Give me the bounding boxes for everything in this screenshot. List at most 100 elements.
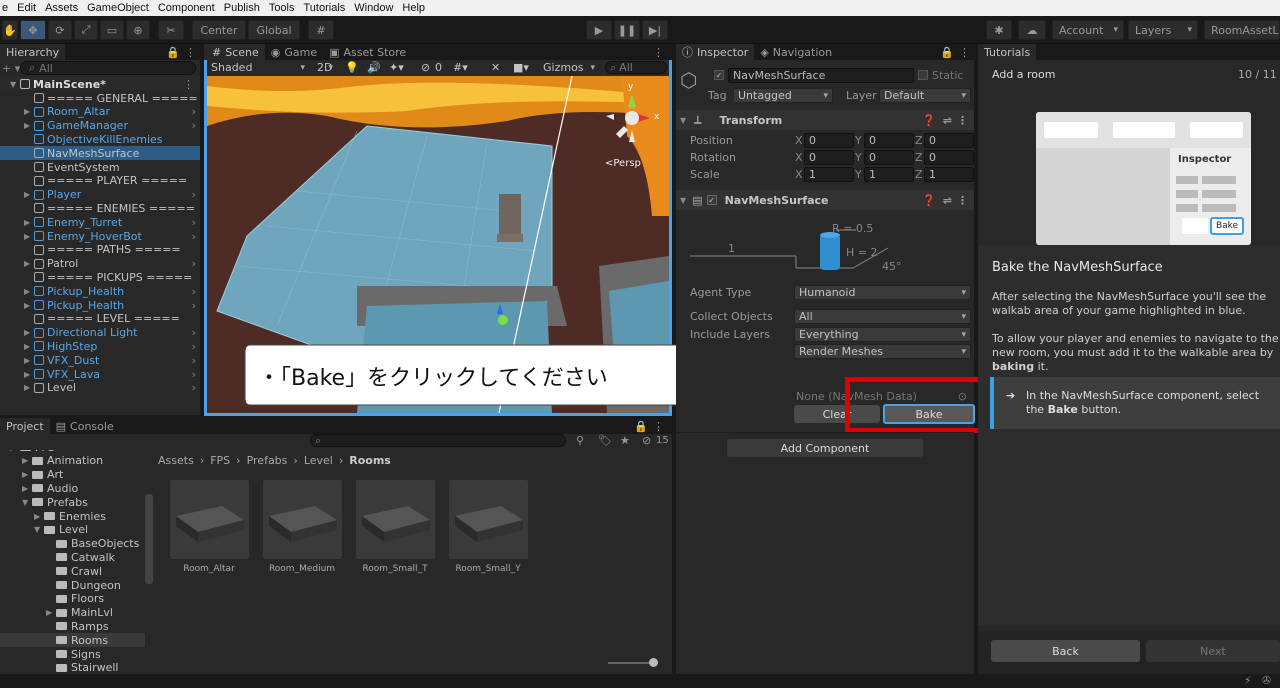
preset-icon[interactable]: ⇌ <box>943 194 952 207</box>
gizmos-dropdown[interactable]: Gizmos <box>539 60 599 75</box>
transform-tool-icon[interactable]: ⊕ <box>126 20 150 40</box>
chevron-right-icon[interactable]: › <box>192 216 196 229</box>
chevron-right-icon[interactable]: › <box>192 105 196 118</box>
step-icon[interactable]: ▶| <box>642 20 668 40</box>
navmesh-surface-header[interactable]: ▼ ▤ ✓ NavMeshSurface ❓ ⇌ ⋮ <box>676 190 974 210</box>
hierarchy-item[interactable]: ▶ HighStep › <box>0 339 200 353</box>
project-folder[interactable]: Rooms <box>0 633 145 648</box>
position-field[interactable]: 0 <box>804 133 854 148</box>
tab-scene[interactable]: # Scene <box>204 44 265 60</box>
hierarchy-item[interactable]: ▶ Level › <box>0 381 200 395</box>
expand-arrow-icon[interactable]: ▶ <box>24 107 34 116</box>
play-icon[interactable]: ▶ <box>586 20 612 40</box>
expand-arrow-icon[interactable]: ▶ <box>24 328 34 337</box>
shading-dropdown[interactable]: Shaded <box>207 60 309 75</box>
object-name-field[interactable]: NavMeshSurface <box>728 68 914 83</box>
hidden-objects-icon[interactable]: ⊘ <box>421 61 430 74</box>
hierarchy-item[interactable]: ▶ Enemy_HoverBot › <box>0 229 200 243</box>
rotate-tool-icon[interactable]: ⟳ <box>48 20 72 40</box>
expand-arrow-icon[interactable]: ▶ <box>24 121 34 130</box>
hierarchy-item[interactable]: ▶ Room_Altar › <box>0 105 200 119</box>
chevron-right-icon[interactable]: › <box>192 188 196 201</box>
position-field[interactable]: 0 <box>924 133 974 148</box>
expand-arrow-icon[interactable]: ▶ <box>22 484 32 493</box>
zoom-slider-handle[interactable] <box>649 658 658 667</box>
expand-arrow-icon[interactable]: ▼ <box>22 498 32 507</box>
pivot-center-button[interactable]: Center <box>192 20 246 40</box>
menu-kebab-icon[interactable]: ⋮ <box>653 420 664 433</box>
grid-toggle-icon[interactable]: #▾ <box>453 61 468 74</box>
filter-type-icon[interactable]: ⚲ <box>576 434 584 447</box>
hierarchy-item[interactable]: ▶ VFX_Lava › <box>0 367 200 381</box>
agent-type-dropdown[interactable]: Humanoid <box>794 285 971 300</box>
tab-inspector[interactable]: ⓘ Inspector <box>676 44 755 60</box>
hierarchy-item[interactable]: EventSystem <box>0 160 200 174</box>
light-icon[interactable]: 💡 <box>345 61 359 74</box>
hierarchy-item[interactable]: ===== ENEMIES ===== <box>0 201 200 215</box>
tab-console[interactable]: ▤ Console <box>49 418 120 434</box>
expand-arrow-icon[interactable]: ▶ <box>24 218 34 227</box>
collab-icon[interactable]: ✱ <box>986 20 1012 40</box>
hierarchy-item[interactable]: ===== GENERAL ===== <box>0 91 200 105</box>
expand-arrow-icon[interactable]: ▶ <box>34 512 44 521</box>
tree-scrollbar[interactable] <box>145 494 153 584</box>
expand-arrow-icon[interactable]: ▶ <box>24 232 34 241</box>
expand-arrow-icon[interactable]: ▼ <box>10 80 20 89</box>
hidden-packages-icon[interactable]: ⊘ <box>642 434 651 447</box>
custom-tool-icon[interactable]: ✂ <box>158 20 184 40</box>
menu-kebab-icon[interactable]: ⋮ <box>653 46 664 59</box>
favorite-icon[interactable]: ★ <box>620 434 630 447</box>
filter-label-icon[interactable]: 🏷 <box>598 434 612 447</box>
menu-kebab-icon[interactable]: ⋮ <box>957 194 968 207</box>
chevron-right-icon[interactable]: › <box>192 340 196 353</box>
hierarchy-item[interactable]: ▶ Directional Light › <box>0 326 200 340</box>
account-dropdown[interactable]: Account ▾ <box>1052 20 1124 40</box>
hierarchy-item[interactable]: ▶ Pickup_Health › <box>0 298 200 312</box>
menu-kebab-icon[interactable]: ⋮ <box>183 78 194 91</box>
project-folder[interactable]: Signs <box>0 647 145 661</box>
chevron-right-icon[interactable]: › <box>192 326 196 339</box>
expand-arrow-icon[interactable]: ▶ <box>24 259 34 268</box>
hierarchy-item[interactable]: ===== PATHS ===== <box>0 243 200 257</box>
camera-icon[interactable]: ■▾ <box>513 61 529 74</box>
collect-objects-dropdown[interactable]: All <box>794 309 971 324</box>
hierarchy-item[interactable]: ▶ Player › <box>0 188 200 202</box>
hierarchy-item[interactable]: ===== LEVEL ===== <box>0 312 200 326</box>
menu-item[interactable]: Window <box>354 2 393 14</box>
effects-icon[interactable]: ✦▾ <box>389 61 404 74</box>
rotation-field[interactable]: 0 <box>924 150 974 165</box>
mode-2d-button[interactable]: 2D <box>313 60 337 75</box>
expand-arrow-icon[interactable]: ▶ <box>24 287 34 296</box>
project-folder[interactable]: ▶ Enemies <box>0 509 145 523</box>
hierarchy-item[interactable]: NavMeshSurface <box>0 146 200 161</box>
layout-dropdown[interactable]: RoomAssetLa <box>1204 20 1280 40</box>
preset-icon[interactable]: ⇌ <box>943 114 952 127</box>
projection-toggle[interactable]: <Persp <box>605 158 641 169</box>
tools-icon[interactable]: ✕ <box>491 61 500 74</box>
project-folder[interactable]: ▶ MainLvl <box>0 606 145 620</box>
asset-thumbnail[interactable] <box>170 480 249 559</box>
project-folder[interactable]: Catwalk <box>0 550 145 564</box>
expand-arrow-icon[interactable]: ▶ <box>24 190 34 199</box>
expand-arrow-icon[interactable]: ▶ <box>22 456 32 465</box>
scale-field[interactable]: 1 <box>924 167 974 182</box>
chevron-right-icon[interactable]: › <box>192 368 196 381</box>
expand-arrow-icon[interactable]: ▶ <box>46 608 56 617</box>
rotation-field[interactable]: 0 <box>804 150 854 165</box>
hierarchy-item[interactable]: ▶ VFX_Dust › <box>0 353 200 367</box>
project-folder[interactable]: Dungeon <box>0 578 145 592</box>
project-folder[interactable]: ▼ Prefabs <box>0 495 145 509</box>
menu-item[interactable]: Assets <box>45 2 78 14</box>
project-folder[interactable]: Stairwell <box>0 661 145 674</box>
menu-item[interactable]: Tutorials <box>304 2 346 14</box>
hand-tool-icon[interactable]: ✋ <box>2 20 18 40</box>
chevron-right-icon[interactable]: › <box>192 230 196 243</box>
rect-tool-icon[interactable]: ▭ <box>100 20 124 40</box>
menu-item[interactable]: Tools <box>269 2 295 14</box>
chevron-right-icon[interactable]: › <box>192 354 196 367</box>
project-folder[interactable]: ▶ Art <box>0 468 145 482</box>
asset-thumbnail[interactable] <box>356 480 435 559</box>
scene-root-row[interactable]: ▼ MainScene* ⋮ <box>0 77 200 91</box>
audio-icon[interactable]: 🔊 <box>367 61 381 74</box>
transform-header[interactable]: ▼ ⟂ Transform ❓ ⇌ ⋮ <box>676 110 974 130</box>
